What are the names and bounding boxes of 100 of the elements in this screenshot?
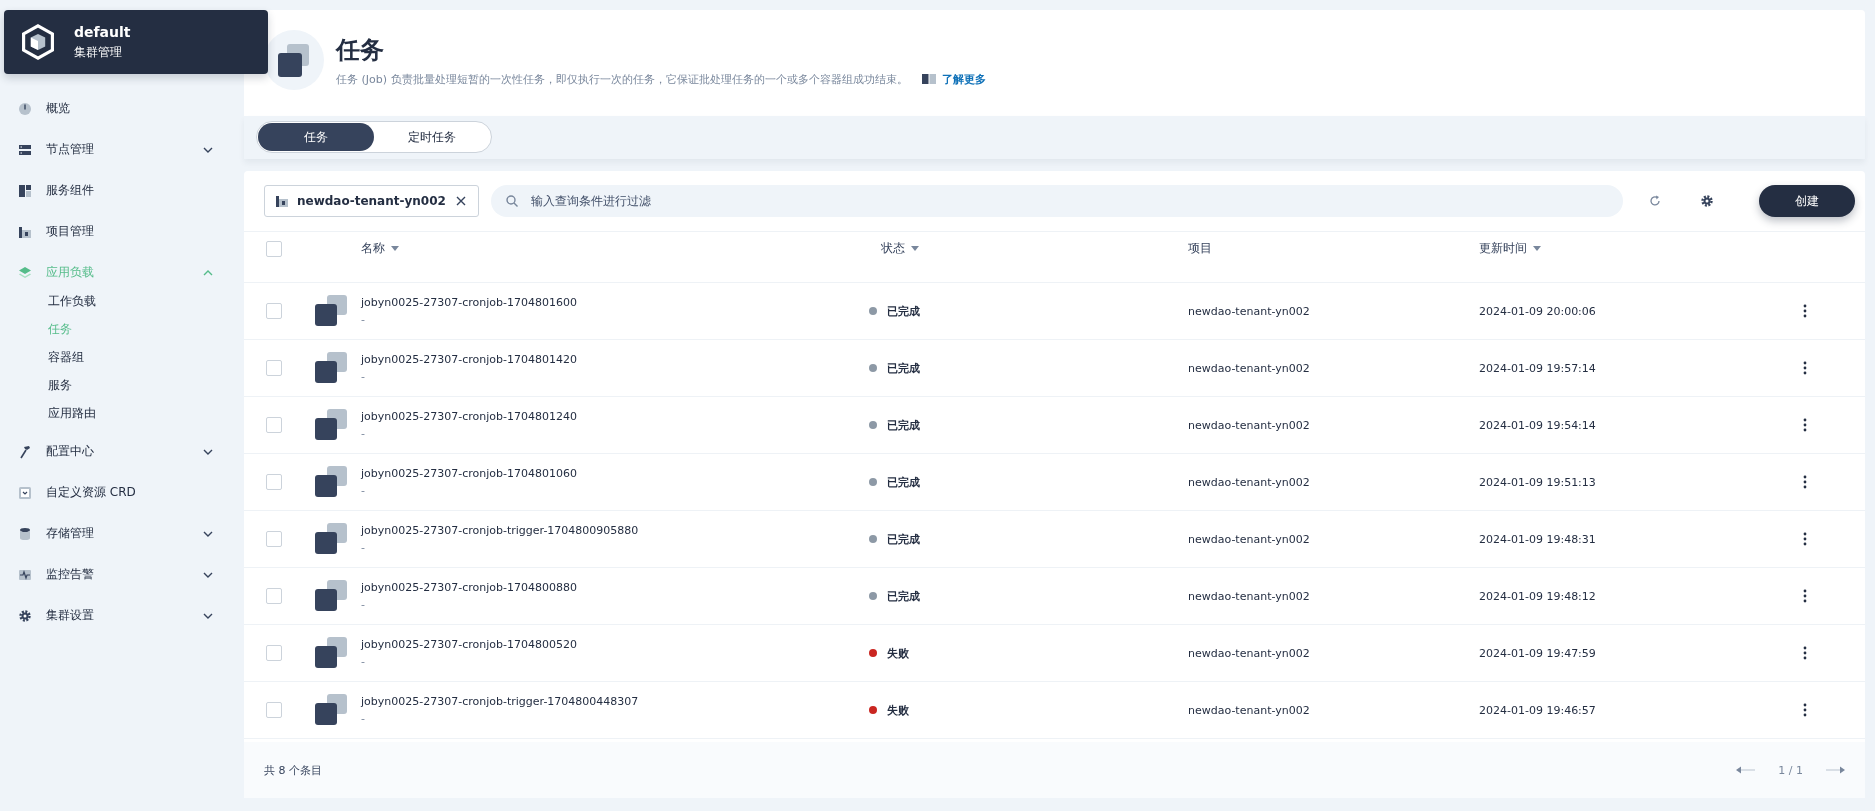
time-cell-text: 2024-01-09 19:54:14 (1479, 418, 1597, 432)
job-name[interactable]: jobyn0025-27307-cronjob-1704800520 (361, 638, 881, 651)
job-icon (314, 579, 348, 613)
nav-item[interactable]: 自定义资源 CRD (18, 472, 214, 513)
page-description: 任务 (Job) 负责批量处理短暂的一次性任务，即仅执行一次的任务，它保证批处理任务的一个或多个容器组成功结束。 (336, 71, 908, 87)
nav-item[interactable]: 存储管理 (18, 513, 214, 554)
job-icon (314, 408, 348, 442)
column-header[interactable]: 更新时间 (1479, 240, 1541, 258)
more-icon (1803, 304, 1807, 318)
status-text: 已完成 (887, 474, 920, 490)
settings-icon (1700, 194, 1714, 208)
job-description: - (361, 370, 366, 383)
sort-caret-icon (391, 246, 399, 252)
sort-caret-icon (1533, 246, 1541, 252)
nav-item[interactable]: 监控告警 (18, 554, 214, 595)
job-description: - (361, 313, 366, 326)
nav-subitem[interactable]: 应用路由 (48, 399, 244, 427)
row-checkbox[interactable] (266, 303, 282, 319)
status-text: 已完成 (887, 588, 920, 604)
page-title: 任务 (336, 34, 385, 66)
nav-item[interactable]: 概览 (18, 88, 214, 129)
job-icon (314, 693, 348, 727)
job-icon (264, 30, 324, 90)
row-checkbox[interactable] (266, 702, 282, 718)
settings-icon (18, 608, 32, 623)
server-icon (18, 142, 32, 157)
job-description: - (361, 427, 366, 440)
job-icon (314, 294, 348, 328)
time-cell-text: 2024-01-09 20:00:06 (1479, 304, 1597, 318)
more-icon (1803, 589, 1807, 603)
status-text: 已完成 (887, 531, 920, 547)
building-icon (18, 224, 32, 239)
row-checkbox[interactable] (266, 417, 282, 433)
project-cell-text: newdao-tenant-yn002 (1188, 532, 1311, 546)
page-indicator: 1 / 1 (1778, 763, 1803, 777)
project-cell-text: newdao-tenant-yn002 (1188, 361, 1311, 375)
column-header[interactable]: 状态 (881, 240, 919, 258)
total-count: 共 8 个条目 (264, 762, 322, 778)
job-name[interactable]: jobyn0025-27307-cronjob-trigger-1704800905880 (361, 524, 881, 537)
nav-item[interactable]: 项目管理 (18, 211, 214, 252)
column-header[interactable]: 名称 (361, 240, 399, 258)
nav-item[interactable]: 集群设置 (18, 595, 214, 636)
nav-subitem[interactable]: 容器组 (48, 343, 244, 371)
more-icon (1803, 532, 1807, 546)
cluster-card[interactable]: default 集群管理 (4, 10, 268, 74)
crd-icon (18, 485, 32, 500)
refresh-icon (1648, 194, 1662, 208)
job-name[interactable]: jobyn0025-27307-cronjob-1704800880 (361, 581, 881, 594)
project-cell-text: newdao-tenant-yn002 (1188, 703, 1311, 717)
tab[interactable]: 任务 (258, 123, 374, 151)
row-checkbox[interactable] (266, 531, 282, 547)
row-checkbox[interactable] (266, 474, 282, 490)
row-checkbox[interactable] (266, 645, 282, 661)
column-header: 项目 (1188, 240, 1212, 258)
project-cell-text: newdao-tenant-yn002 (1188, 304, 1311, 318)
project-cell-text: newdao-tenant-yn002 (1188, 589, 1311, 603)
more-icon (1803, 361, 1807, 375)
cluster-name: default (74, 23, 131, 40)
nav-item[interactable]: 服务组件 (18, 170, 214, 211)
job-description: - (361, 598, 366, 611)
project-filter[interactable]: newdao-tenant-yn002 (264, 185, 479, 217)
row-checkbox[interactable] (266, 588, 282, 604)
job-name[interactable]: jobyn0025-27307-cronjob-1704801060 (361, 467, 881, 480)
status-text: 已完成 (887, 360, 920, 376)
gauge-icon (18, 101, 32, 116)
project-cell-text: newdao-tenant-yn002 (1188, 646, 1311, 660)
status-text: 已完成 (887, 417, 920, 433)
time-cell-text: 2024-01-09 19:51:13 (1479, 475, 1597, 489)
nav-item[interactable]: 节点管理 (18, 129, 214, 170)
project-cell-text: newdao-tenant-yn002 (1188, 418, 1311, 432)
building-icon (275, 194, 289, 208)
nav-subitem[interactable]: 服务 (48, 371, 244, 399)
create-button[interactable]: 创建 (1759, 185, 1855, 217)
select-all-checkbox[interactable] (266, 240, 282, 257)
job-name[interactable]: jobyn0025-27307-cronjob-1704801240 (361, 410, 881, 423)
status-text: 失败 (887, 645, 909, 661)
time-cell-text: 2024-01-09 19:46:57 (1479, 703, 1597, 717)
job-icon (314, 351, 348, 385)
nav-item[interactable]: 配置中心 (18, 431, 214, 472)
job-icon (314, 636, 348, 670)
job-name[interactable]: jobyn0025-27307-cronjob-trigger-1704800448307 (361, 695, 881, 708)
job-name[interactable]: jobyn0025-27307-cronjob-1704801600 (361, 296, 881, 309)
blocks-icon (18, 183, 32, 198)
job-name[interactable]: jobyn0025-27307-cronjob-1704801420 (361, 353, 881, 366)
job-description: - (361, 541, 366, 554)
layers-icon (18, 265, 32, 280)
time-cell-text: 2024-01-09 19:47:59 (1479, 646, 1597, 660)
monitor-icon (18, 567, 32, 582)
search-field[interactable]: 输入查询条件进行过滤 (490, 185, 1623, 217)
more-icon (1803, 703, 1807, 717)
time-cell-text: 2024-01-09 19:57:14 (1479, 361, 1597, 375)
job-description: - (361, 484, 366, 497)
cube-icon (20, 24, 56, 60)
learn-more-link[interactable]: 了解更多 (921, 71, 986, 87)
time-cell-text: 2024-01-09 19:48:31 (1479, 532, 1597, 546)
job-description: - (361, 655, 366, 668)
tab[interactable]: 定时任务 (374, 123, 490, 151)
row-checkbox[interactable] (266, 360, 282, 376)
left-arrow-icon (1736, 765, 1757, 775)
job-description: - (361, 712, 366, 725)
